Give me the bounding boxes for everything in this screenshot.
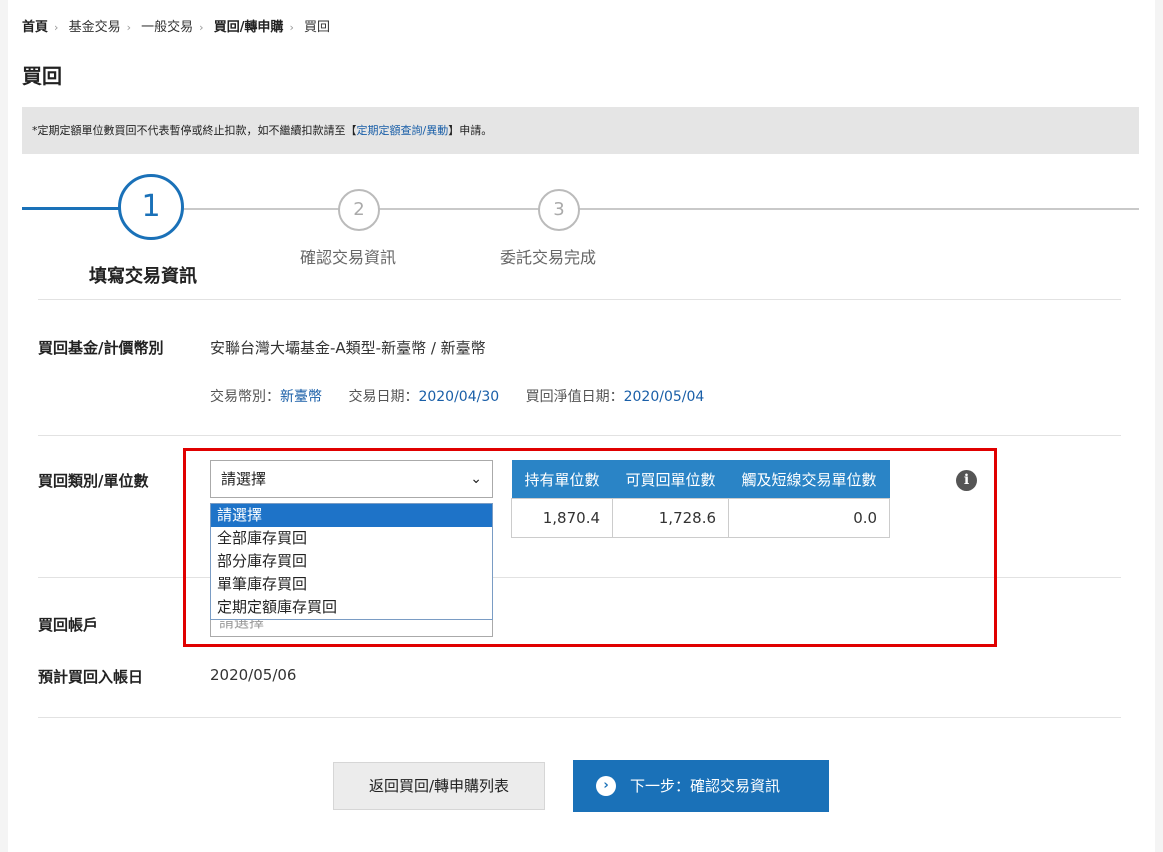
fund-label: 買回基金/計價幣別 [38,339,164,357]
currency-label: 交易幣別： [210,389,280,405]
breadcrumb-redeem-switch[interactable]: 買回/轉申購 [214,20,284,35]
stepper-track-active [22,207,122,210]
regular-plan-query-link[interactable]: 定期定額查詢/異動 [357,124,449,137]
breadcrumb-home[interactable]: 首頁 [22,20,48,35]
breadcrumb: 首頁 › 基金交易 › 一般交易 › 買回/轉申購 › 買回 [22,16,330,35]
page-title: 買回 [22,64,62,88]
breadcrumb-fund-trading[interactable]: 基金交易 [69,20,121,35]
expected-date-label: 預計買回入帳日 [38,668,144,686]
divider [38,299,1121,300]
step-2-label: 確認交易資訊 [300,248,397,267]
notice-suffix: 】申請。 [448,124,493,137]
nav-date-label: 買回淨值日期： [525,389,624,405]
breadcrumb-redeem: 買回 [303,20,330,35]
trade-date-label: 交易日期： [348,389,419,405]
next-step-label: 下一步：確認交易資訊 [630,777,781,795]
fund-value: 安聯台灣大壩基金-A類型-新臺幣 / 新臺幣 [210,339,486,357]
chevron-right-icon: › [289,21,294,34]
highlight-box [183,448,997,647]
expected-date-value: 2020/05/06 [210,666,297,684]
step-1-circle: 1 [118,174,184,240]
account-label: 買回帳戶 [38,616,99,634]
back-to-list-button[interactable]: 返回買回/轉申購列表 [333,762,545,810]
stepper-track [22,208,1139,210]
step-2-circle: 2 [338,189,380,231]
chevron-right-icon: › [54,21,59,34]
chevron-right-circle-icon: › [596,776,616,796]
chevron-right-icon: › [199,21,204,34]
page: 首頁 › 基金交易 › 一般交易 › 買回/轉申購 › 買回 買回 *定期定額單位數買回… [8,0,1155,852]
divider [38,717,1121,718]
notice-prefix: *定期定額單位數買回不代表暫停或終止扣款，如不繼續扣款請至【 [32,124,357,137]
step-3-label: 委託交易完成 [500,248,597,267]
redemption-type-label: 買回類別/單位數 [38,472,149,490]
chevron-right-icon: › [126,21,131,34]
nav-date-value: 2020/05/04 [623,389,705,405]
breadcrumb-general-trading[interactable]: 一般交易 [141,20,193,35]
currency-value: 新臺幣 [280,389,322,405]
fund-meta: 交易幣別：新臺幣 交易日期：2020/04/30 買回淨值日期：2020/05/… [210,386,726,406]
trade-date-value: 2020/04/30 [418,389,500,405]
divider [38,435,1121,436]
step-1-label: 填寫交易資訊 [89,266,197,287]
step-3-circle: 3 [538,189,580,231]
next-step-button[interactable]: › 下一步：確認交易資訊 [573,760,829,812]
notice-banner: *定期定額單位數買回不代表暫停或終止扣款，如不繼續扣款請至【定期定額查詢/異動】… [22,107,1139,154]
